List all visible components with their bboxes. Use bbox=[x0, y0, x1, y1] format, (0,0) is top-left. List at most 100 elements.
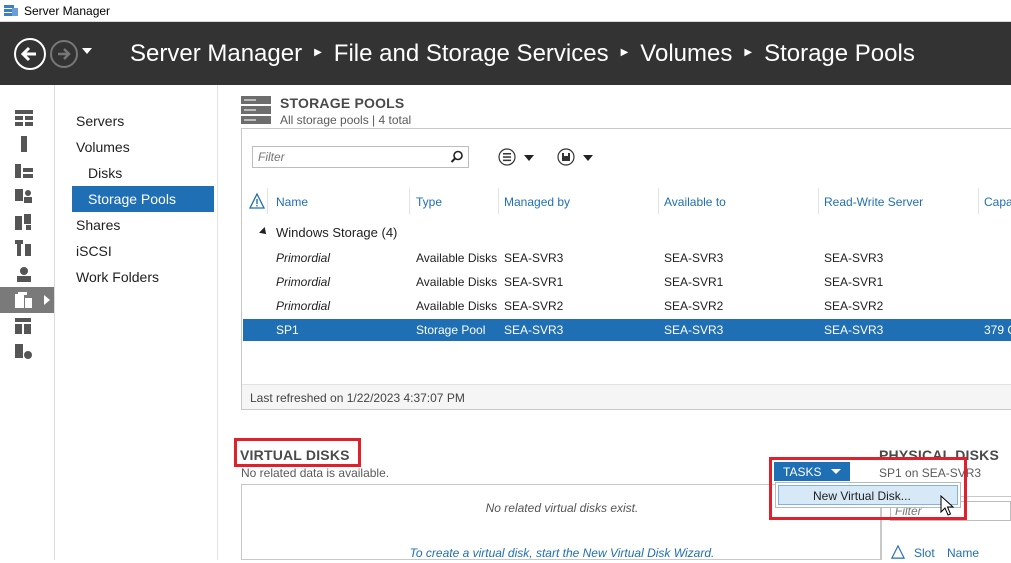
collapse-triangle-icon[interactable] bbox=[259, 227, 269, 237]
search-icon[interactable] bbox=[450, 150, 464, 164]
storage-pools-icon bbox=[241, 96, 271, 124]
forward-arrow-icon bbox=[58, 48, 71, 60]
hyper-v-icon bbox=[15, 318, 31, 334]
column-separator bbox=[267, 188, 268, 214]
subnav-iscsi[interactable]: iSCSI bbox=[72, 238, 214, 264]
rail-dns[interactable] bbox=[0, 235, 54, 261]
back-arrow-icon bbox=[20, 46, 36, 62]
breadcrumb-server-manager[interactable]: Server Manager bbox=[130, 40, 302, 68]
menu-item-label: New Virtual Disk... bbox=[813, 489, 911, 503]
column-separator bbox=[498, 188, 499, 214]
new-virtual-disk-wizard-link[interactable]: To create a virtual disk, start the New … bbox=[242, 546, 882, 560]
table-row-selected[interactable]: SP1 Storage Pool SEA-SVR3 SEA-SVR3 SEA-S… bbox=[243, 319, 1011, 341]
file-storage-services-icon bbox=[15, 292, 32, 308]
pd-column-name[interactable]: Name bbox=[947, 545, 979, 561]
rail-ad-ds[interactable] bbox=[0, 183, 54, 209]
breadcrumb: Server Manager ▶ File and Storage Servic… bbox=[130, 40, 915, 68]
rail-iis[interactable] bbox=[0, 339, 54, 365]
header-bar: Server Manager ▶ File and Storage Servic… bbox=[0, 22, 1011, 85]
rail-file-server[interactable] bbox=[0, 261, 54, 287]
subnav-disks[interactable]: Disks bbox=[72, 160, 214, 186]
subnav-servers[interactable]: Servers bbox=[72, 108, 214, 134]
column-separator bbox=[818, 188, 819, 214]
virtual-disks-title: VIRTUAL DISKS bbox=[240, 447, 350, 463]
group-label: Windows Storage (4) bbox=[276, 225, 398, 240]
storage-pools-panel: Name Type Managed by Available to Read-W… bbox=[241, 128, 1011, 410]
subnav-storage-pools[interactable]: Storage Pools bbox=[72, 186, 214, 212]
server-manager-app-icon bbox=[4, 5, 18, 16]
cell-type: Available Disks bbox=[416, 251, 498, 265]
cell-type: Storage Pool bbox=[416, 323, 486, 337]
subnav-work-folders[interactable]: Work Folders bbox=[72, 264, 214, 290]
cell-managed-by: SEA-SVR3 bbox=[504, 251, 564, 265]
table-row[interactable]: Primordial Available Disks SEA-SVR1 SEA-… bbox=[243, 271, 1011, 293]
rail-local-server[interactable] bbox=[0, 131, 54, 157]
column-type[interactable]: Type bbox=[416, 194, 442, 210]
cell-name: Primordial bbox=[276, 275, 331, 289]
main-content: STORAGE POOLS All storage pools | 4 tota… bbox=[220, 85, 1011, 560]
chevron-down-icon bbox=[831, 469, 841, 474]
dashboard-icon bbox=[15, 110, 33, 126]
tasks-label: TASKS bbox=[783, 465, 822, 479]
warning-column-icon[interactable] bbox=[249, 193, 265, 209]
back-button[interactable] bbox=[14, 38, 46, 70]
breadcrumb-separator-icon: ▶ bbox=[620, 46, 629, 58]
list-icon bbox=[498, 148, 516, 166]
file-storage-subnav: Servers Volumes Disks Storage Pools Shar… bbox=[56, 85, 218, 560]
pd-column-slot[interactable]: Slot bbox=[914, 545, 935, 561]
cell-type: Available Disks bbox=[416, 275, 498, 289]
menu-item-new-virtual-disk[interactable]: New Virtual Disk... bbox=[778, 485, 958, 505]
breadcrumb-file-storage[interactable]: File and Storage Services bbox=[334, 40, 609, 68]
file-server-icon bbox=[17, 267, 31, 282]
cell-available-to: SEA-SVR1 bbox=[664, 275, 724, 289]
column-managed-by[interactable]: Managed by bbox=[504, 194, 570, 210]
list-options-button[interactable] bbox=[498, 148, 540, 168]
cell-name: Primordial bbox=[276, 299, 331, 313]
subnav-volumes[interactable]: Volumes bbox=[72, 134, 214, 160]
all-servers-icon bbox=[15, 164, 33, 178]
virtual-disks-subtitle: No related data is available. bbox=[241, 466, 390, 480]
cell-rw-server: SEA-SVR3 bbox=[824, 251, 884, 265]
tasks-button[interactable]: TASKS bbox=[774, 462, 850, 481]
column-available-to[interactable]: Available to bbox=[664, 194, 726, 210]
last-refreshed-bar: Last refreshed on 1/22/2023 4:37:07 PM bbox=[242, 384, 1011, 409]
dns-icon bbox=[15, 240, 31, 256]
rail-dashboard[interactable] bbox=[0, 105, 54, 131]
table-row[interactable]: Primordial Available Disks SEA-SVR3 SEA-… bbox=[243, 247, 1011, 269]
save-icon bbox=[557, 148, 575, 166]
subnav-shares[interactable]: Shares bbox=[72, 212, 214, 238]
cell-available-to: SEA-SVR2 bbox=[664, 299, 724, 313]
expand-arrow-icon bbox=[44, 295, 50, 305]
column-separator bbox=[658, 188, 659, 214]
forward-button[interactable] bbox=[50, 40, 78, 68]
storage-pools-subtitle: All storage pools | 4 total bbox=[280, 113, 412, 127]
rail-hyper-v[interactable] bbox=[0, 313, 54, 339]
rail-file-storage-services[interactable] bbox=[0, 287, 54, 313]
chevron-down-icon bbox=[583, 155, 593, 161]
breadcrumb-volumes[interactable]: Volumes bbox=[640, 40, 732, 68]
pd-warning-column[interactable] bbox=[890, 544, 906, 561]
left-icon-rail bbox=[0, 85, 55, 560]
storage-pools-filter[interactable] bbox=[252, 146, 469, 168]
window-title: Server Manager bbox=[24, 4, 111, 18]
rail-all-servers[interactable] bbox=[0, 157, 54, 183]
cell-rw-server: SEA-SVR1 bbox=[824, 275, 884, 289]
column-separator bbox=[978, 188, 979, 214]
column-name[interactable]: Name bbox=[276, 194, 308, 210]
rail-dhcp[interactable] bbox=[0, 209, 54, 235]
cell-available-to: SEA-SVR3 bbox=[664, 323, 724, 337]
breadcrumb-storage-pools: Storage Pools bbox=[764, 40, 915, 67]
window-title-bar: Server Manager bbox=[0, 0, 1011, 22]
ad-ds-icon bbox=[15, 189, 32, 203]
column-capacity[interactable]: Capa bbox=[984, 194, 1011, 210]
breadcrumb-separator-icon: ▶ bbox=[314, 46, 322, 58]
filter-input[interactable] bbox=[253, 147, 443, 167]
group-header-windows-storage[interactable]: Windows Storage (4) bbox=[242, 222, 1011, 244]
mouse-cursor-icon bbox=[940, 495, 954, 516]
save-query-button[interactable] bbox=[557, 148, 599, 168]
cell-managed-by: SEA-SVR2 bbox=[504, 299, 564, 313]
table-row[interactable]: Primordial Available Disks SEA-SVR2 SEA-… bbox=[243, 295, 1011, 317]
column-read-write-server[interactable]: Read-Write Server bbox=[824, 194, 923, 210]
local-server-icon bbox=[21, 136, 27, 152]
chevron-down-icon bbox=[82, 48, 92, 54]
